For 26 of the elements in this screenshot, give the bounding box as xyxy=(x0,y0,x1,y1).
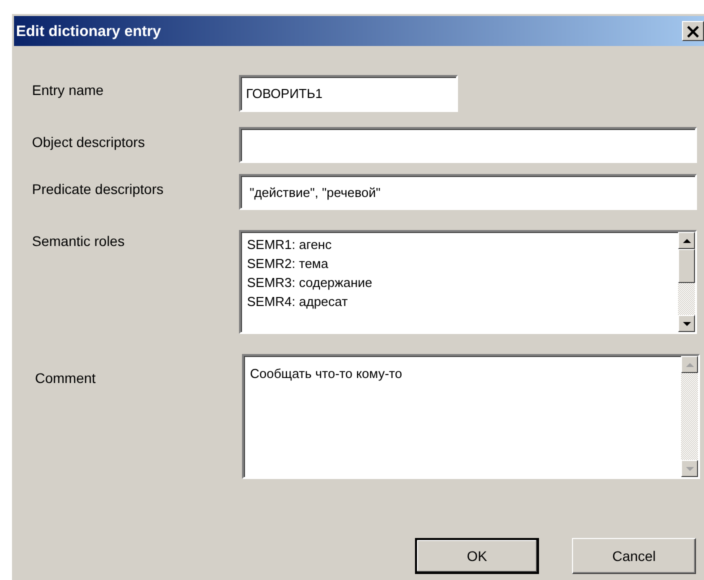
field-label: Comment xyxy=(34,369,97,386)
field-label: Predicate descriptors xyxy=(32,180,165,197)
scroll-down-button[interactable] xyxy=(678,315,695,332)
list-item[interactable]: SEMR2: тема xyxy=(247,254,672,273)
field-label: Entry name xyxy=(32,81,105,98)
scroll-up-icon xyxy=(682,238,690,242)
list-item[interactable]: SEMR1: агенс xyxy=(247,235,672,254)
scroll-up-icon xyxy=(686,362,694,366)
input-field[interactable]: "действие", "речевой" xyxy=(239,174,697,210)
list-box[interactable]: SEMR1: агенс SEMR2: тема SEMR3: содержание SEMR4: адресат xyxy=(239,230,697,334)
scroll-down-icon xyxy=(682,322,690,326)
window-title: Edit dictionary entry xyxy=(16,22,162,40)
scrollbar[interactable] xyxy=(678,232,695,332)
scroll-up-button[interactable] xyxy=(678,232,695,249)
scrollbar-thumb[interactable] xyxy=(678,249,695,283)
comment-text: Сообщать что-то кому-то xyxy=(250,365,404,383)
close-button[interactable]: × xyxy=(682,21,704,41)
input-field[interactable] xyxy=(239,127,697,163)
input-field[interactable]: ГОВОРИТЬ1 xyxy=(239,75,458,112)
scroll-down-icon xyxy=(686,466,694,470)
field-label: Object descriptors xyxy=(32,133,146,150)
list-item[interactable]: SEMR4: адресат xyxy=(247,292,672,311)
ok-button[interactable]: OK xyxy=(415,538,539,574)
field-label: Semantic roles xyxy=(32,232,126,249)
list-item[interactable]: SEMR3: содержание xyxy=(247,273,672,292)
cancel-button[interactable]: Cancel xyxy=(572,538,696,574)
